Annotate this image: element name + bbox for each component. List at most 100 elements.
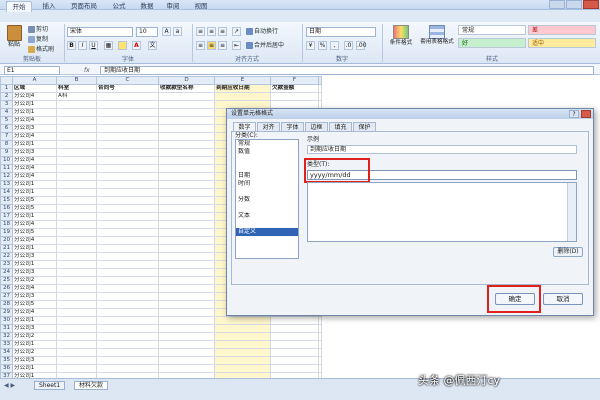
row-header[interactable]: 31 <box>0 324 13 333</box>
row-header[interactable]: 35 <box>0 356 13 365</box>
indent-decrease-icon[interactable]: ⇤ <box>232 41 241 50</box>
align-right-icon[interactable]: ≡ <box>218 41 227 50</box>
cell[interactable] <box>96 228 159 237</box>
cell[interactable] <box>56 284 97 293</box>
row-header[interactable]: 19 <box>0 228 13 237</box>
cell[interactable] <box>214 340 271 349</box>
cell[interactable] <box>158 340 215 349</box>
cell[interactable] <box>158 284 215 293</box>
cell[interactable]: 分公司1 <box>12 212 57 221</box>
type-item[interactable] <box>308 207 576 215</box>
cell[interactable] <box>214 332 271 341</box>
cell[interactable]: 分公司4 <box>12 308 57 317</box>
cell[interactable] <box>270 332 319 341</box>
cell[interactable]: 分公司1 <box>12 316 57 325</box>
row-header[interactable]: 36 <box>0 364 13 373</box>
cell[interactable] <box>96 316 159 325</box>
border-icon[interactable]: ▦ <box>104 41 113 50</box>
cell[interactable]: 分公司3 <box>12 356 57 365</box>
ribbon-tab[interactable]: 开始 <box>6 1 32 12</box>
row-header[interactable]: 14 <box>0 188 13 197</box>
cell-style[interactable]: 常规 <box>458 25 526 35</box>
cell[interactable] <box>158 276 215 285</box>
row-header[interactable]: 18 <box>0 220 13 229</box>
cell[interactable] <box>96 188 159 197</box>
cell[interactable] <box>96 332 159 341</box>
header-cell[interactable]: 欠款金额 <box>270 84 319 93</box>
ribbon-tab[interactable]: 审阅 <box>162 1 184 12</box>
cell[interactable] <box>56 188 97 197</box>
cell[interactable]: 分公司1 <box>12 364 57 373</box>
row-header[interactable]: 21 <box>0 244 13 253</box>
cell[interactable]: 分公司4 <box>12 132 57 141</box>
column-header[interactable]: F <box>270 76 319 85</box>
dialog-close-icon[interactable] <box>581 110 591 118</box>
cell[interactable] <box>96 124 159 133</box>
cell[interactable] <box>158 140 215 149</box>
cell[interactable] <box>56 164 97 173</box>
cell[interactable]: 分公司1 <box>12 244 57 253</box>
cell[interactable] <box>56 156 97 165</box>
cell[interactable] <box>56 204 97 213</box>
cell[interactable] <box>318 340 322 349</box>
category-item[interactable] <box>236 204 298 212</box>
cell[interactable] <box>56 316 97 325</box>
ribbon-tab[interactable]: 页面布局 <box>66 1 102 12</box>
cell[interactable] <box>158 316 215 325</box>
number-format-combo[interactable]: 日期 <box>306 27 376 37</box>
cell[interactable] <box>270 340 319 349</box>
column-header[interactable]: A <box>12 76 57 85</box>
cell[interactable]: 分公司4 <box>12 220 57 229</box>
cell[interactable]: 分公司2 <box>12 332 57 341</box>
cell[interactable] <box>214 92 271 101</box>
cell[interactable] <box>56 108 97 117</box>
insert-function-icon[interactable]: fx <box>84 66 98 75</box>
help-icon[interactable]: ? <box>569 110 579 118</box>
row-header[interactable]: 32 <box>0 332 13 341</box>
cell[interactable] <box>56 172 97 181</box>
cell[interactable] <box>158 196 215 205</box>
delete-button[interactable]: 删除(D) <box>553 247 583 257</box>
cell[interactable] <box>270 348 319 357</box>
grow-font-icon[interactable]: A <box>162 27 171 36</box>
cell[interactable]: 分公司1 <box>12 108 57 117</box>
comma-button[interactable]: , <box>330 41 339 50</box>
ribbon-tab[interactable]: 数据 <box>136 1 158 12</box>
merge-center-button[interactable]: 合并后居中 <box>246 41 298 50</box>
format-cells-dialog[interactable]: 设置单元格格式 ? 数字 对齐 字体 边框 填充 保护 分类(C): 常规 数值 日期 时间 分数… <box>226 108 594 316</box>
cell[interactable] <box>96 292 159 301</box>
cell[interactable] <box>158 188 215 197</box>
cell[interactable] <box>96 348 159 357</box>
cell[interactable]: 分公司1 <box>12 100 57 109</box>
cell[interactable]: 分公司4 <box>12 284 57 293</box>
cell[interactable] <box>56 244 97 253</box>
cell[interactable] <box>96 172 159 181</box>
category-item[interactable]: 文本 <box>236 212 298 220</box>
type-item[interactable] <box>308 223 576 231</box>
italic-button[interactable]: I <box>78 41 87 50</box>
cell[interactable]: 分公司5 <box>12 196 57 205</box>
font-color-icon[interactable]: A <box>132 41 141 50</box>
cell[interactable] <box>56 356 97 365</box>
cell[interactable]: 分公司3 <box>12 252 57 261</box>
cell[interactable] <box>96 300 159 309</box>
cell[interactable] <box>158 364 215 373</box>
type-item[interactable] <box>308 199 576 207</box>
type-list[interactable] <box>307 182 577 242</box>
ribbon-tab[interactable]: 视图 <box>190 1 212 12</box>
cell[interactable] <box>56 332 97 341</box>
type-item[interactable] <box>308 239 576 241</box>
category-item[interactable]: 分数 <box>236 196 298 204</box>
row-header[interactable]: 33 <box>0 340 13 349</box>
select-all-corner[interactable] <box>0 76 13 85</box>
cell[interactable]: 分公司5 <box>12 300 57 309</box>
cell[interactable] <box>96 220 159 229</box>
row-header[interactable]: 4 <box>0 108 13 117</box>
fill-color-icon[interactable] <box>118 41 127 50</box>
cell[interactable] <box>96 116 159 125</box>
font-size-combo[interactable]: 10 <box>136 27 158 37</box>
cell[interactable] <box>56 292 97 301</box>
row-header[interactable]: 7 <box>0 132 13 141</box>
cell[interactable]: 分公司1 <box>12 260 57 269</box>
copy-button[interactable]: 复制 <box>28 35 62 44</box>
